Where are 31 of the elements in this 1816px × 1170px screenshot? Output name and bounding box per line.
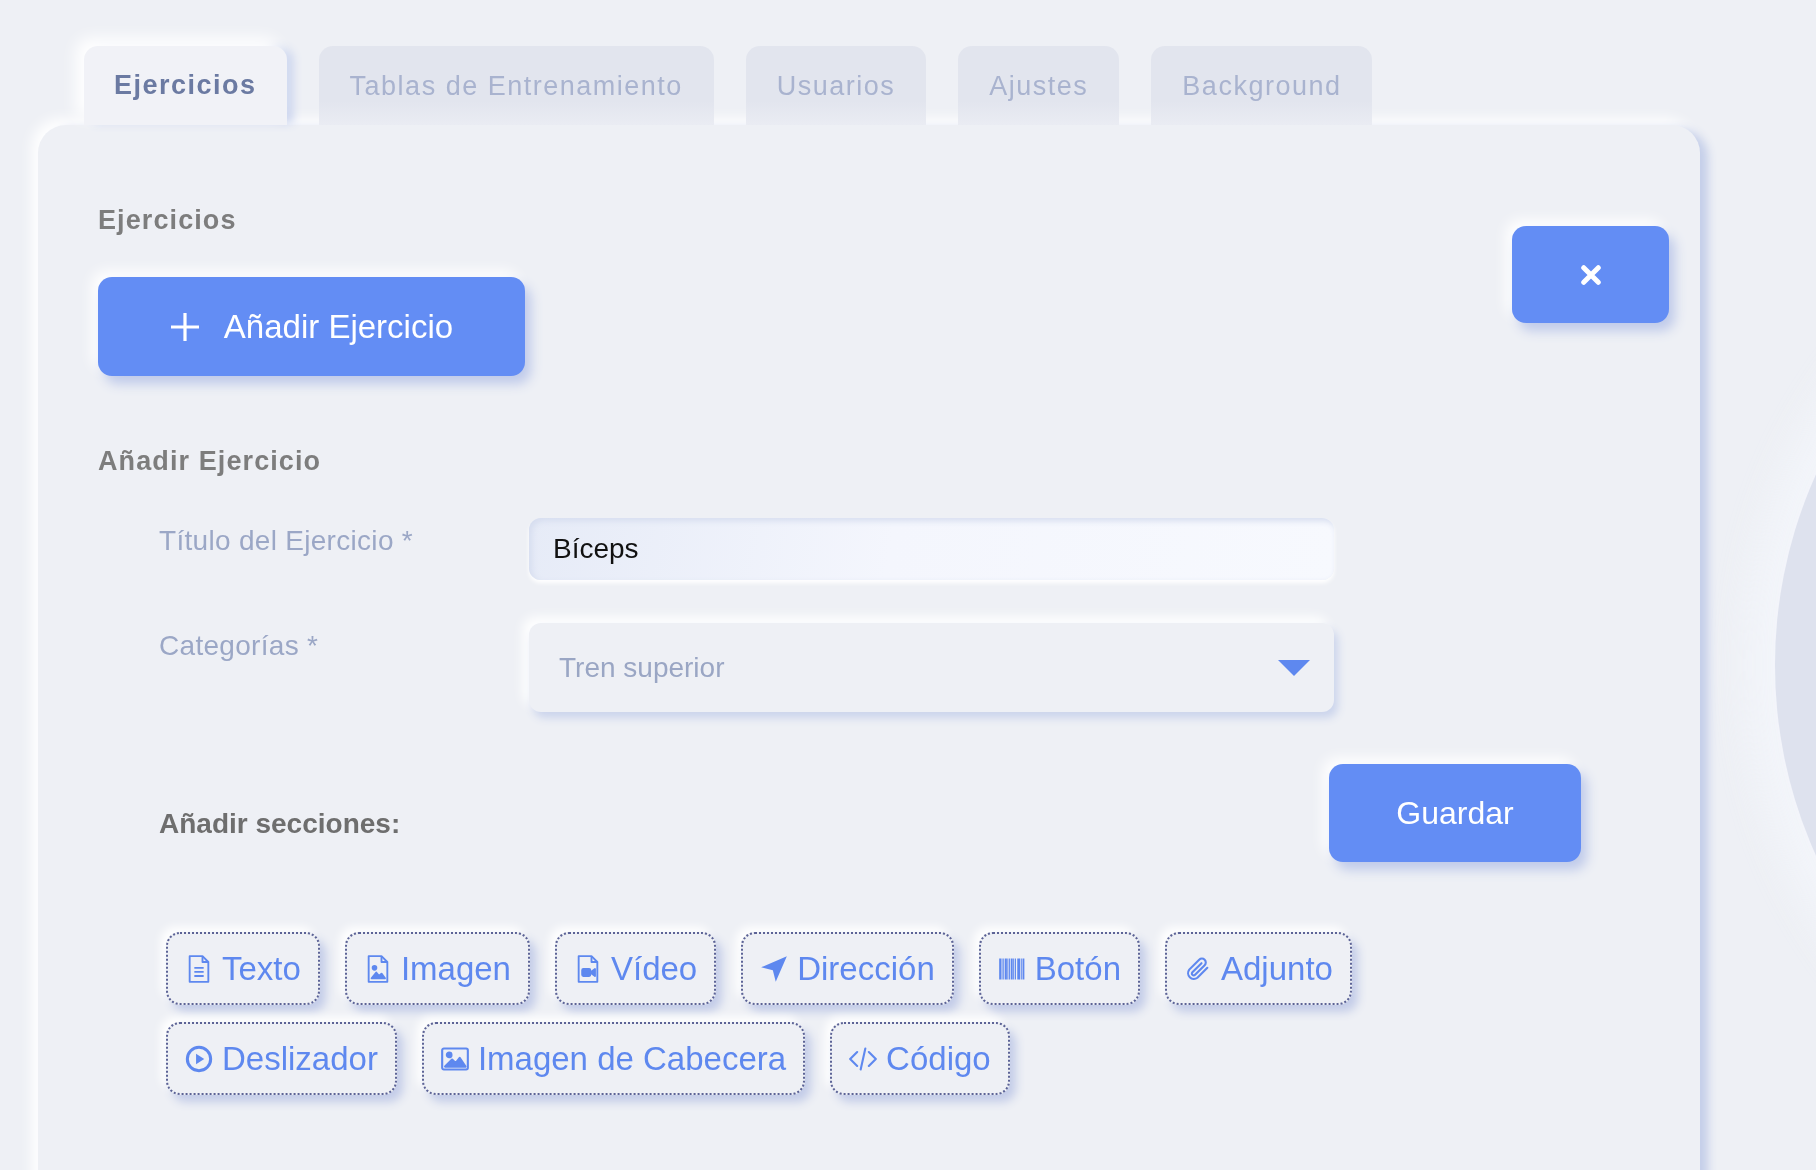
add-exercise-button[interactable]: Añadir Ejercicio — [98, 277, 525, 376]
add-section-button[interactable]: Texto — [166, 932, 320, 1005]
field-label: Título del Ejercicio * — [159, 524, 415, 557]
navigation-arrow-icon — [760, 954, 789, 983]
play-circle-icon — [185, 1044, 213, 1073]
plus-icon — [169, 311, 200, 342]
add-section-button[interactable]: Imagen de Cabecera — [421, 1022, 806, 1095]
section-heading: Ejercicios — [98, 205, 237, 235]
save-button[interactable]: Guardar — [1329, 764, 1581, 862]
title-input[interactable]: Bíceps — [529, 518, 1334, 580]
tab[interactable]: Ajustes — [958, 46, 1120, 125]
tab[interactable]: Background — [1151, 46, 1373, 125]
add-section-button[interactable]: Imagen — [344, 932, 530, 1005]
add-section-button[interactable]: Vídeo — [554, 932, 717, 1005]
tab[interactable]: Ejercicios — [84, 46, 287, 125]
code-icon — [849, 1044, 878, 1073]
add-section-button[interactable]: Botón — [978, 932, 1140, 1005]
add-section-button[interactable]: Código — [830, 1022, 1010, 1095]
tab[interactable]: Usuarios — [745, 46, 927, 125]
add-section-button[interactable]: Adjunto — [1165, 932, 1352, 1005]
add-section-button[interactable]: Deslizador — [166, 1022, 397, 1095]
tab[interactable]: Tablas de Entrenamiento — [318, 46, 714, 125]
close-button[interactable] — [1512, 226, 1669, 323]
field-label: Categorías * — [159, 629, 320, 662]
caret-icon — [1278, 659, 1310, 676]
close-icon — [1580, 264, 1601, 285]
picture-icon — [440, 1044, 469, 1073]
add-section-button[interactable]: Dirección — [741, 932, 954, 1005]
category-dropdown[interactable]: Tren superior — [529, 623, 1334, 712]
sections-label: Añadir secciones: — [159, 808, 401, 840]
form-heading: Añadir Ejercicio — [98, 446, 322, 476]
